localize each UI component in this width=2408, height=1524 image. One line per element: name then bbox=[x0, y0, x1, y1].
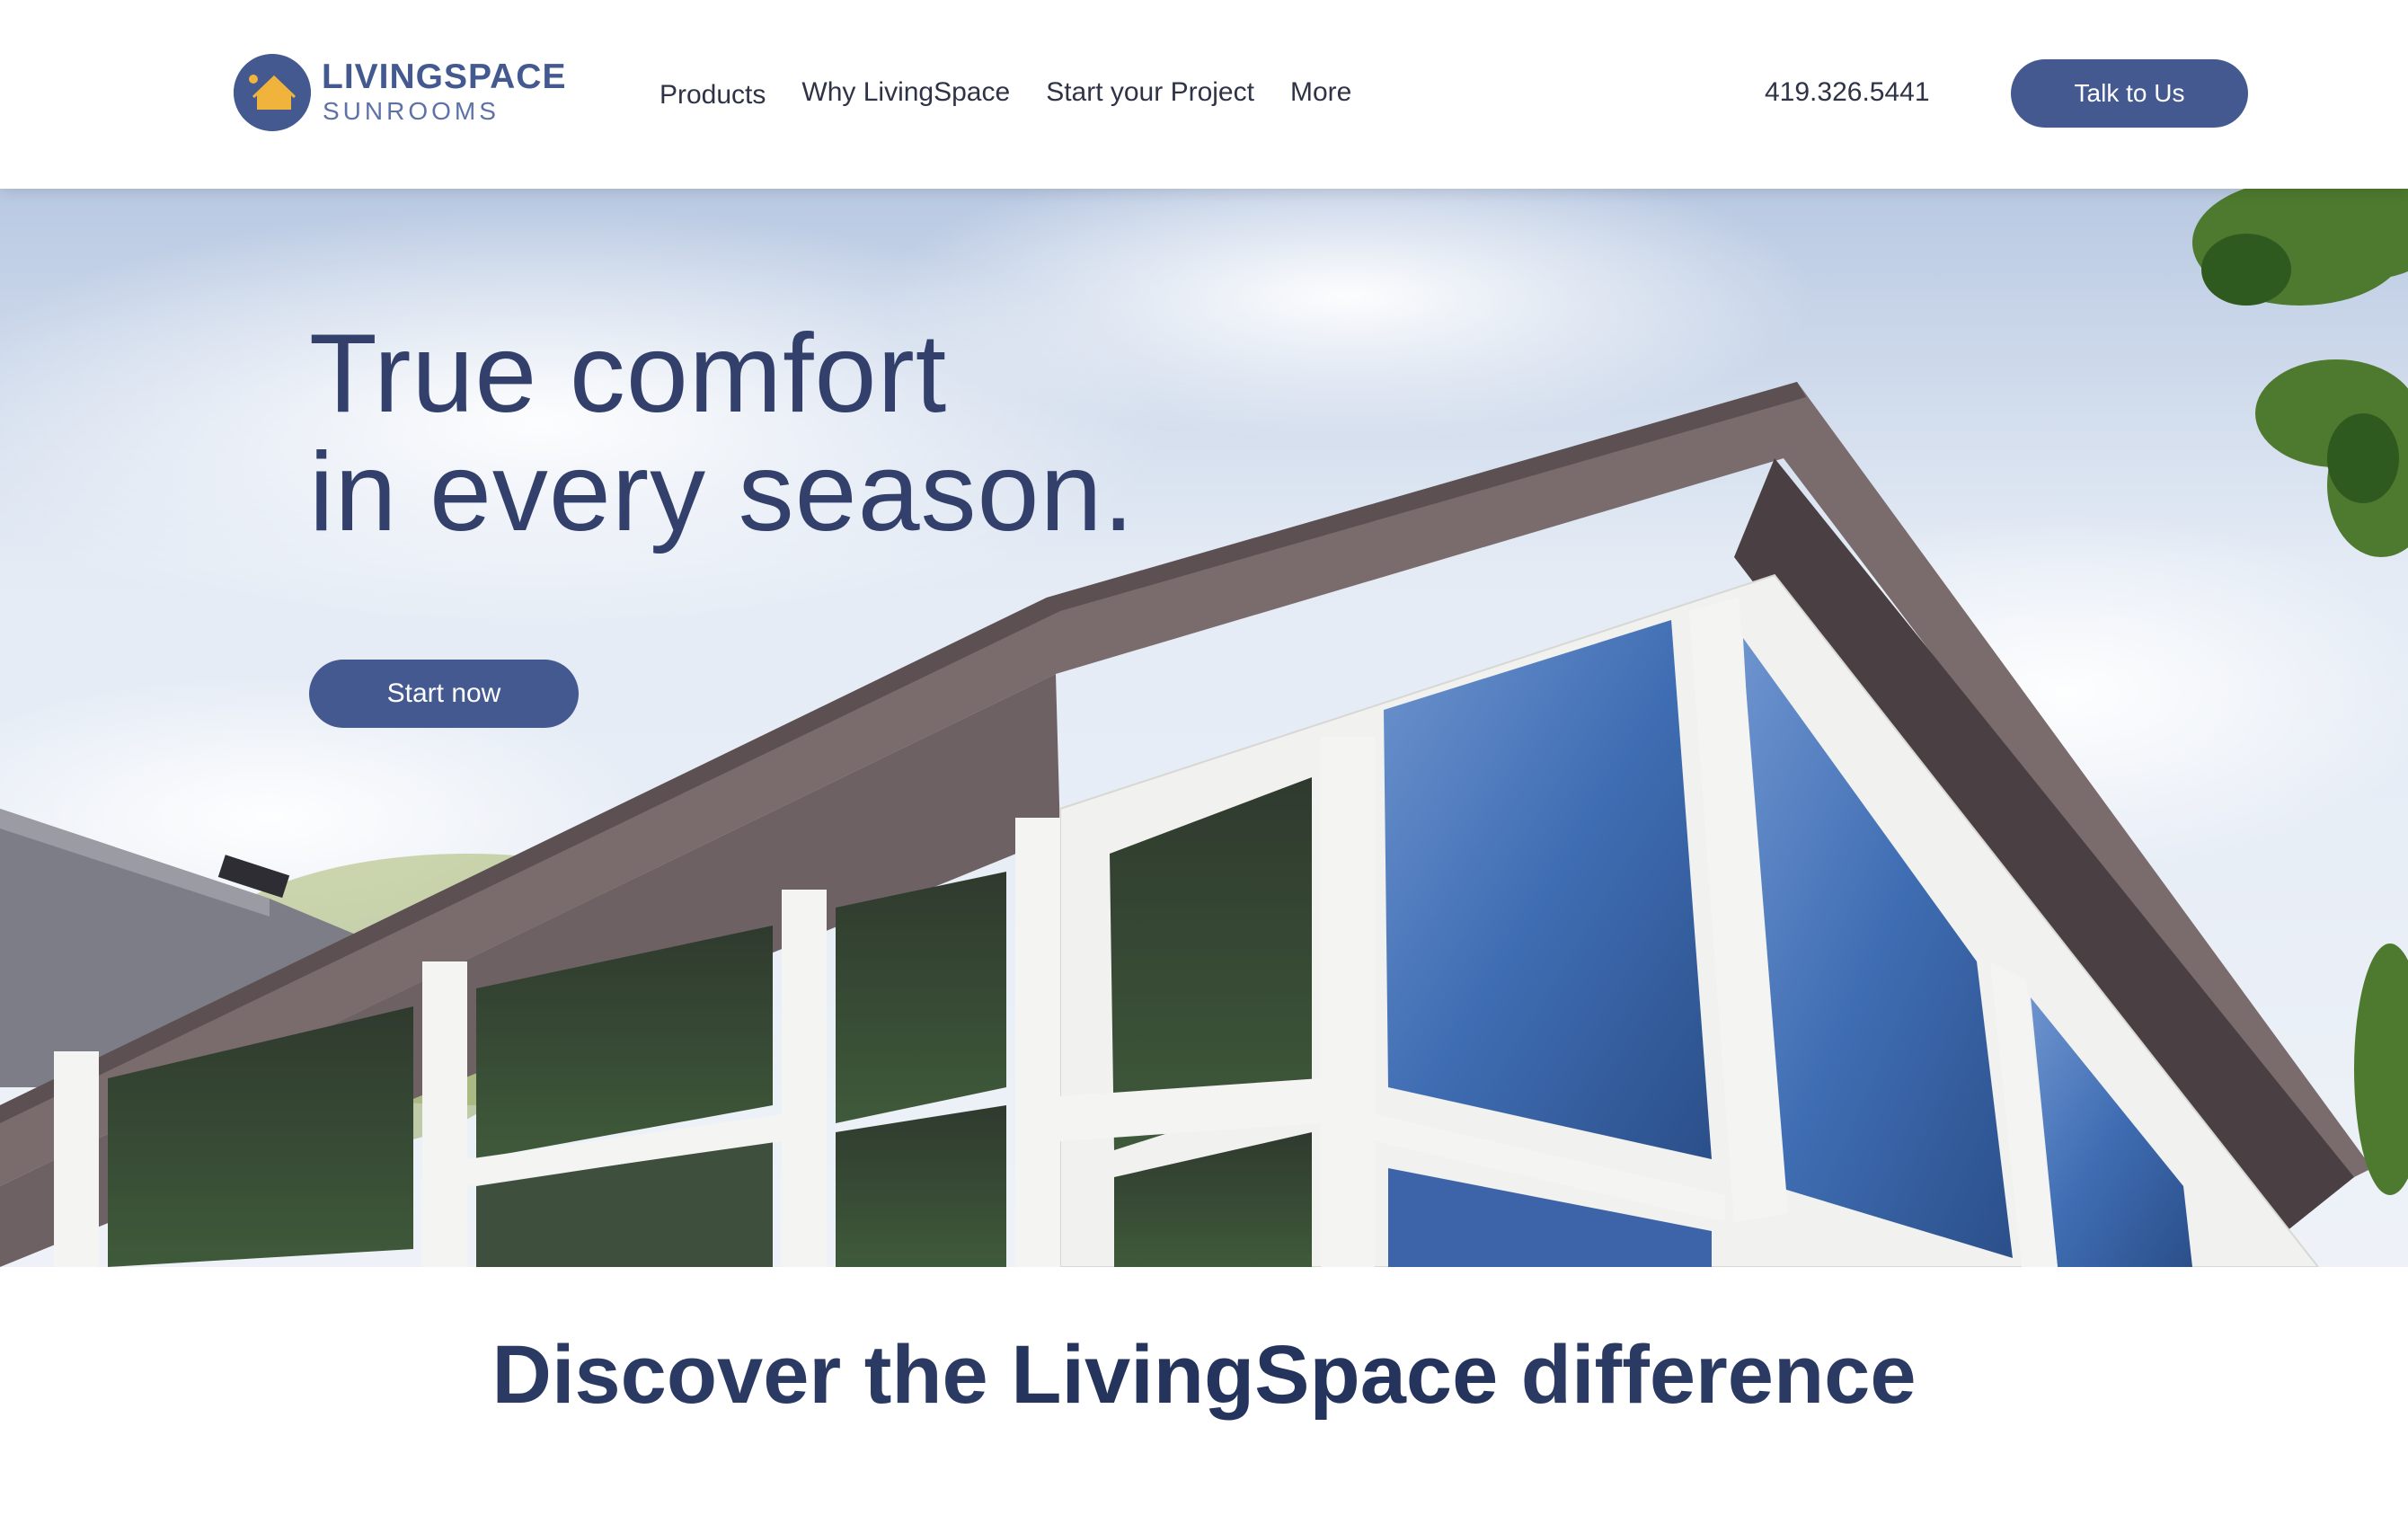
talk-to-us-button[interactable]: Talk to Us bbox=[2011, 59, 2248, 128]
phone-number[interactable]: 419.326.5441 bbox=[1765, 77, 1930, 108]
logo[interactable]: LIVINGSPACE SUNROOMS bbox=[234, 52, 565, 135]
hero-title-line-2: in every season. bbox=[309, 430, 1135, 554]
hero: True comfort in every season. Start now bbox=[0, 189, 2408, 1267]
discover-heading: Discover the LivingSpace difference bbox=[0, 1328, 2408, 1422]
hero-title: True comfort in every season. bbox=[309, 315, 1135, 552]
logo-wordmark: LIVINGSPACE bbox=[322, 58, 567, 96]
discover-suffix: difference bbox=[1498, 1329, 1917, 1421]
logo-subtitle: SUNROOMS bbox=[323, 97, 500, 125]
nav-why-livingspace[interactable]: Why LivingSpace bbox=[801, 77, 1010, 108]
nav-products[interactable]: Products bbox=[660, 80, 766, 111]
nav-start-your-project[interactable]: Start your Project bbox=[1046, 77, 1254, 108]
discover-brand: LivingSpace bbox=[1011, 1329, 1499, 1421]
start-now-button[interactable]: Start now bbox=[309, 660, 579, 728]
discover-prefix: Discover the bbox=[491, 1329, 1012, 1421]
site-header: LIVINGSPACE SUNROOMS Products Why Living… bbox=[0, 0, 2408, 189]
main-nav: Products Why LivingSpace Start your Proj… bbox=[660, 77, 1351, 111]
nav-more[interactable]: More bbox=[1290, 77, 1351, 108]
hero-title-line-1: True comfort bbox=[309, 312, 948, 436]
house-sun-icon bbox=[234, 54, 311, 131]
